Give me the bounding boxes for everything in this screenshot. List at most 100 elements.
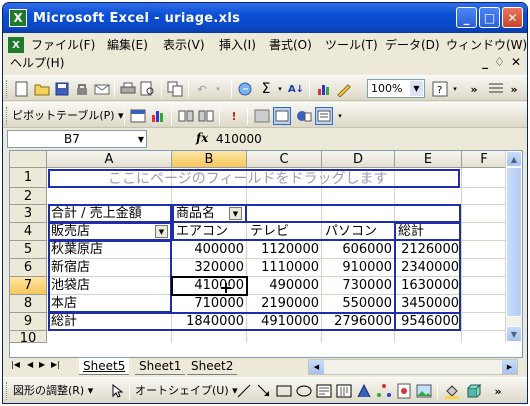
picture-icon[interactable]: [415, 382, 433, 400]
scroll-thumb[interactable]: [506, 167, 522, 317]
column-field-label[interactable]: 商品名: [173, 205, 218, 223]
prev-sheet-icon[interactable]: ◀: [27, 360, 33, 369]
open-icon[interactable]: [33, 80, 51, 98]
drawing-toggle-icon[interactable]: [335, 80, 353, 98]
include-hidden-icon[interactable]: [253, 107, 271, 125]
menu-tools[interactable]: ツール(T): [322, 36, 381, 54]
row-header-10[interactable]: 10: [10, 331, 47, 343]
value-cell[interactable]: 400000: [172, 241, 247, 259]
row-label[interactable]: 秋葉原店: [48, 241, 106, 259]
column-header-e[interactable]: E: [395, 151, 462, 168]
help-dropdown-icon[interactable]: ▾: [446, 80, 464, 98]
pivot-chart-icon[interactable]: [149, 107, 167, 125]
menu-view[interactable]: 表示(V): [160, 36, 208, 54]
sheet-tab-sheet5[interactable]: Sheet5: [79, 358, 130, 375]
text-box-icon[interactable]: [315, 382, 333, 400]
value-cell[interactable]: 710000: [172, 295, 247, 313]
menu-insert[interactable]: 挿入(I): [216, 36, 259, 54]
row-header-8[interactable]: 8: [10, 295, 47, 313]
hyperlink-icon[interactable]: [237, 80, 255, 98]
sheet-tab-sheet1[interactable]: Sheet1: [135, 358, 186, 375]
value-cell[interactable]: 320000: [172, 259, 247, 277]
zoom-dropdown-icon[interactable]: ▼: [410, 81, 423, 96]
first-sheet-icon[interactable]: |◀: [11, 360, 20, 369]
row-field-dropdown-icon[interactable]: ▼: [155, 225, 168, 238]
value-cell[interactable]: 606000: [322, 241, 395, 259]
autoshapes-menu[interactable]: オートシェイプ(U) ▾: [135, 382, 238, 400]
column-header-b[interactable]: B: [172, 151, 247, 168]
last-sheet-icon[interactable]: ▶|: [51, 360, 60, 369]
data-field-label[interactable]: 合計 / 売上金額: [48, 205, 145, 223]
column-field-dropdown-icon[interactable]: ▼: [229, 207, 242, 220]
menu-edit[interactable]: 編集(E): [104, 36, 151, 54]
sheet-tab-sheet2[interactable]: Sheet2: [187, 358, 238, 375]
drawing-toolbar-options-icon[interactable]: »: [489, 382, 507, 400]
diagram-icon[interactable]: [375, 382, 393, 400]
row-field-label[interactable]: 販売店: [48, 223, 93, 241]
sort-ascending-icon[interactable]: A↓: [287, 80, 305, 98]
row-header-5[interactable]: 5: [10, 241, 47, 259]
value-cell[interactable]: 910000: [322, 259, 395, 277]
vertical-text-box-icon[interactable]: [335, 382, 353, 400]
row-header-9[interactable]: 9: [10, 313, 47, 331]
value-cell[interactable]: 490000: [247, 277, 322, 295]
print-preview-icon[interactable]: [139, 80, 157, 98]
hide-detail-icon[interactable]: [177, 107, 195, 125]
chart-wizard-icon[interactable]: [315, 80, 333, 98]
scroll-right-icon[interactable]: ▶: [502, 360, 517, 374]
grand-total-label[interactable]: 総計: [48, 313, 80, 331]
format-toolbar-options-icon[interactable]: »: [505, 80, 523, 98]
permission-icon[interactable]: [73, 80, 91, 98]
menu-help[interactable]: ヘルプ(H): [7, 54, 67, 72]
name-box-dropdown-icon[interactable]: ▼: [138, 132, 144, 148]
insert-function-icon[interactable]: fx: [196, 131, 208, 145]
column-header-a[interactable]: A: [47, 151, 172, 168]
grand-total-cell[interactable]: 4910000: [247, 313, 322, 331]
row-label[interactable]: 新宿店: [48, 259, 93, 277]
draw-adjust-menu[interactable]: 図形の調整(R) ▾: [13, 382, 93, 400]
wordart-icon[interactable]: [355, 382, 373, 400]
page-field-drop-zone[interactable]: ここにページのフィールドをドラッグします: [48, 169, 460, 188]
toolbar-grip[interactable]: [6, 107, 9, 125]
row-header-4[interactable]: 4: [10, 223, 47, 241]
row-label[interactable]: 本店: [48, 295, 80, 313]
3d-style-icon[interactable]: [465, 382, 483, 400]
column-header-c[interactable]: C: [247, 151, 322, 168]
select-all-corner[interactable]: [10, 151, 47, 168]
row-header-2[interactable]: 2: [10, 188, 47, 205]
doc-minimize-button[interactable]: _: [482, 55, 488, 69]
copy-icon[interactable]: [166, 80, 184, 98]
value-cell[interactable]: 1110000: [247, 259, 322, 277]
pivot-toolbar-dropdown-icon[interactable]: ▾: [331, 107, 349, 125]
value-cell[interactable]: 730000: [322, 277, 395, 295]
grand-total-cell[interactable]: 2796000: [322, 313, 395, 331]
menu-file[interactable]: ファイル(F): [28, 36, 98, 54]
value-cell[interactable]: 1630000: [395, 277, 462, 295]
scroll-left-icon[interactable]: ◀: [309, 360, 324, 374]
row-label[interactable]: 池袋店: [48, 277, 93, 295]
row-header-7[interactable]: 7: [10, 277, 47, 295]
oval-icon[interactable]: [295, 382, 313, 400]
next-sheet-icon[interactable]: ▶: [39, 360, 45, 369]
grand-total-cell[interactable]: 1840000: [172, 313, 247, 331]
fill-color-icon[interactable]: [443, 382, 461, 400]
menu-format[interactable]: 書式(O): [266, 36, 315, 54]
value-cell[interactable]: 2190000: [247, 295, 322, 313]
clip-art-icon[interactable]: [395, 382, 413, 400]
toolbar-grip[interactable]: [6, 382, 9, 400]
vertical-scrollbar[interactable]: ▲ ▼: [505, 151, 522, 342]
value-cell[interactable]: 550000: [322, 295, 395, 313]
menu-data[interactable]: データ(D): [382, 36, 443, 54]
grand-total-cell[interactable]: 9546000: [395, 313, 462, 331]
scroll-down-icon[interactable]: ▼: [506, 326, 522, 342]
menu-window[interactable]: ウィンドウ(W): [443, 36, 527, 54]
value-cell[interactable]: 2126000: [395, 241, 462, 259]
zoom-combo[interactable]: 100% ▼: [367, 79, 425, 98]
value-cell[interactable]: 1120000: [247, 241, 322, 259]
doc-close-button[interactable]: ✕: [511, 55, 521, 69]
save-icon[interactable]: [53, 80, 71, 98]
toolbar-options-icon[interactable]: »: [465, 80, 483, 98]
title-bar[interactable]: X Microsoft Excel - uriage.xls _ □ ✕: [3, 3, 527, 33]
refresh-data-icon[interactable]: !: [225, 107, 243, 125]
line-icon[interactable]: [235, 382, 253, 400]
